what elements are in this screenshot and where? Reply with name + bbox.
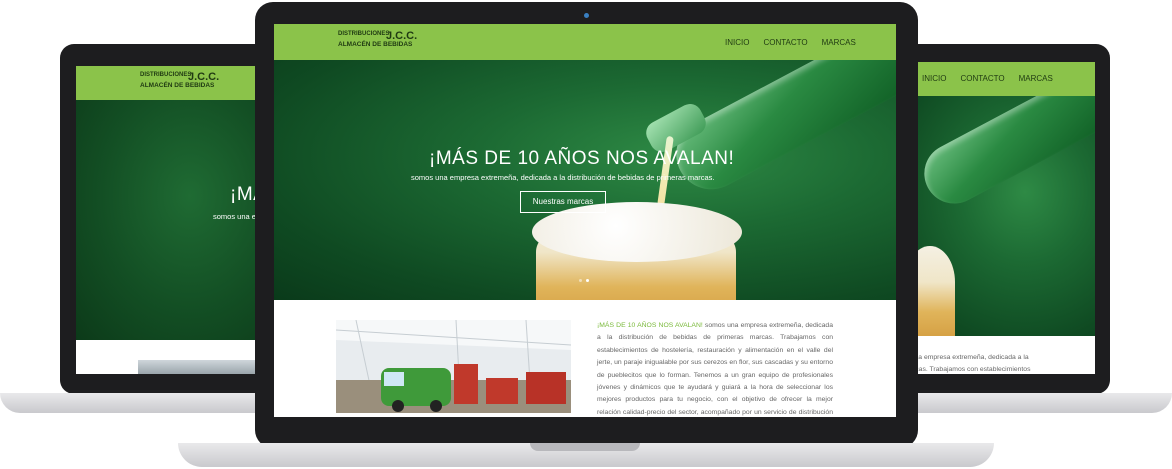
beer-bottle-image <box>913 96 1095 215</box>
brands-button[interactable]: Nuestras marcas <box>520 191 606 213</box>
hero-slider <box>895 96 1095 336</box>
about-text: ina empresa extremeña, dedicada a la rca… <box>913 354 1031 374</box>
slider-dot-2[interactable] <box>586 279 589 282</box>
nav-inicio[interactable]: INICIO <box>725 38 749 47</box>
nav-marcas[interactable]: MARCAS <box>822 38 856 47</box>
hero-subtitle: somos una empresa extremeña, dedicada a … <box>411 173 715 182</box>
warehouse-photo <box>336 320 571 413</box>
main-nav: INICIO CONTACTO MARCAS <box>922 74 1053 83</box>
warehouse-photo <box>138 360 266 374</box>
hero-slider: ¡MÁS DE 10 AÑOS NOS AVALAN! somos una em… <box>274 60 896 300</box>
nav-contacto[interactable]: CONTACTO <box>763 38 807 47</box>
hero-slider: ¡MÁ somos una e <box>76 100 266 340</box>
hero-subtitle: somos una e <box>213 212 256 221</box>
navbar: DISTRIBUCIONES J.C.C. ALMACÉN DE BEBIDAS <box>76 66 266 100</box>
warehouse-photo-svg <box>336 320 571 413</box>
left-laptop-screen: DISTRIBUCIONES J.C.C. ALMACÉN DE BEBIDAS… <box>76 66 266 374</box>
site-logo[interactable]: DISTRIBUCIONES J.C.C. ALMACÉN DE BEBIDAS <box>338 31 417 49</box>
right-laptop-base <box>890 393 1172 413</box>
left-laptop-base <box>0 393 280 413</box>
about-text: ¡MÁS DE 10 AÑOS NOS AVALAN! somos una em… <box>597 320 833 417</box>
center-laptop-screen: DISTRIBUCIONES J.C.C. ALMACÉN DE BEBIDAS… <box>274 24 896 417</box>
navbar: DISTRIBUCIONES J.C.C. ALMACÉN DE BEBIDAS… <box>274 24 896 60</box>
nav-marcas[interactable]: MARCAS <box>1019 74 1053 83</box>
site-logo[interactable]: DISTRIBUCIONES J.C.C. ALMACÉN DE BEBIDAS <box>140 72 219 90</box>
hero-title: ¡MÁS DE 10 AÑOS NOS AVALAN! <box>429 148 735 169</box>
about-body: somos una empresa extremeña, dedicada a … <box>597 322 833 416</box>
slider-dots <box>579 279 589 282</box>
center-laptop-notch <box>530 443 640 451</box>
nav-contacto[interactable]: CONTACTO <box>960 74 1004 83</box>
about-highlight: ¡MÁS DE 10 AÑOS NOS AVALAN! <box>597 322 703 329</box>
main-nav: INICIO CONTACTO MARCAS <box>725 38 856 47</box>
nav-inicio[interactable]: INICIO <box>922 74 946 83</box>
right-laptop-screen: INICIO CONTACTO MARCAS ina empresa extre… <box>895 62 1095 374</box>
slider-dot-1[interactable] <box>579 279 582 282</box>
navbar: INICIO CONTACTO MARCAS <box>895 62 1095 96</box>
camera-dot <box>584 13 589 18</box>
